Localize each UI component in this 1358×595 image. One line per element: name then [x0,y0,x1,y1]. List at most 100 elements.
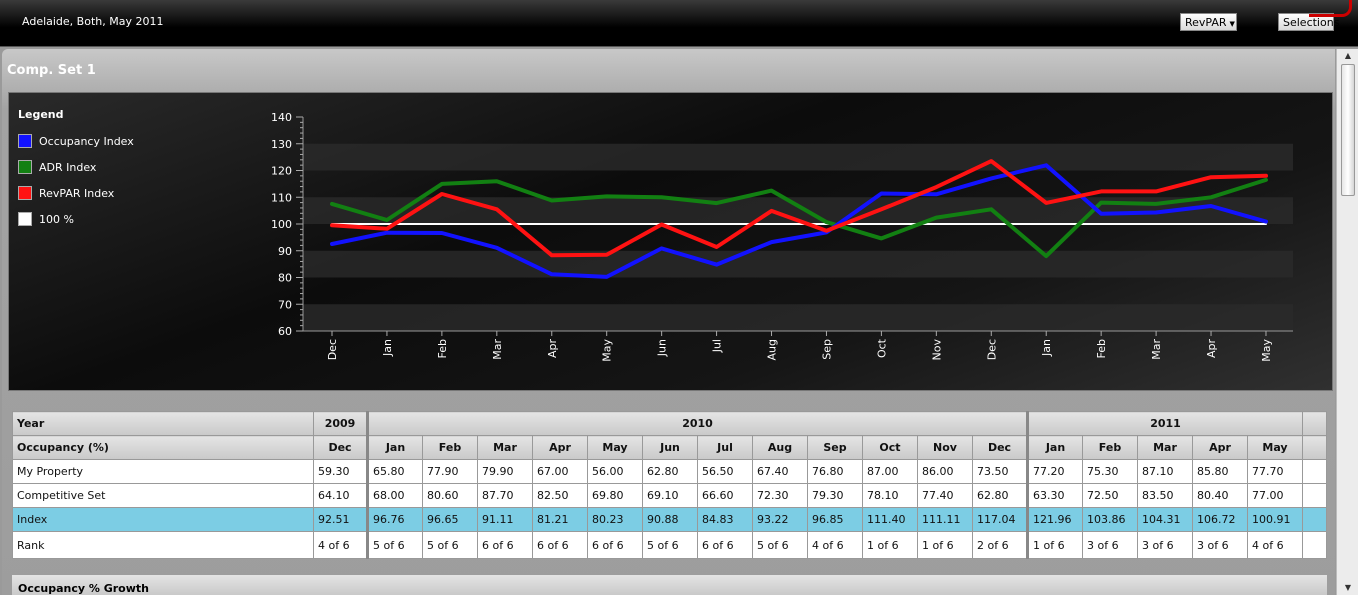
year-header-cell: 2011 [1026,411,1303,436]
table-cell: 92.51 [313,507,368,532]
table-cell: 4 of 6 [313,531,368,559]
table-row: Index 92.51 96.76 96.65 91.11 81.21 80.23 90.88… [12,507,1327,532]
year-header-row: Year 2009 2010 2011 [12,411,1327,436]
table-cell: 67.00 [532,459,588,484]
table-cell: 100.91 [1247,507,1303,532]
month-header-cell: Dec [972,435,1028,460]
month-header-cell: Jun [642,435,698,460]
table-cell: 85.80 [1192,459,1248,484]
grid-band [303,143,1293,171]
table-cell: 1 of 6 [1026,531,1083,559]
table-cell: 67.40 [752,459,808,484]
table-cell: 80.23 [587,507,643,532]
month-header-cell: Apr [532,435,588,460]
x-tick-label: May [601,339,614,362]
x-tick-label: Apr [1205,339,1218,359]
table-cell: 3 of 6 [1082,531,1138,559]
legend-heading: Legend [18,108,64,121]
y-tick-label: 90 [278,245,292,258]
month-header-cell: Aug [752,435,808,460]
table-cell: 111.11 [917,507,973,532]
legend-label: ADR Index [39,160,97,174]
table-cell: 90.88 [642,507,698,532]
table-cell: 104.31 [1137,507,1193,532]
table-cell: 6 of 6 [477,531,533,559]
table-cell: 5 of 6 [752,531,808,559]
table-cell: 87.00 [862,459,918,484]
x-tick-label: Aug [766,339,779,360]
table-cell: 103.86 [1082,507,1138,532]
table-cell: 5 of 6 [366,531,423,559]
table-cell: 2 of 6 [972,531,1028,559]
row-label: Index [12,507,314,532]
legend-item-revpar: RevPAR Index [18,180,134,206]
table-cell: 65.80 [366,459,423,484]
table-cell: 62.80 [972,483,1028,508]
month-header-cell: Nov [917,435,973,460]
table-cell: 72.50 [1082,483,1138,508]
table-cell: 69.10 [642,483,698,508]
table-cell: 77.20 [1026,459,1083,484]
table-cell: 3 of 6 [1192,531,1248,559]
x-tick-label: Dec [326,339,339,360]
month-header-cell: Jan [366,435,423,460]
table-cell: 111.40 [862,507,918,532]
table-cell: 91.11 [477,507,533,532]
table-cell: 1 of 6 [862,531,918,559]
table-cell: 76.80 [807,459,863,484]
legend-item-100: 100 % [18,206,134,232]
table-cell: 69.80 [587,483,643,508]
section-label: Occupancy % Growth [18,582,149,595]
legend-item-adr: ADR Index [18,154,134,180]
table-cell: 4 of 6 [1247,531,1303,559]
legend-swatch [18,186,32,200]
empty-header-cell [1302,411,1327,436]
table-cell: 62.80 [642,459,698,484]
grid-band [303,304,1293,331]
month-header-cell: Jan [1026,435,1083,460]
table-cell: 64.10 [313,483,368,508]
legend-item-occupancy: Occupancy Index [18,128,134,154]
table-cell: 5 of 6 [422,531,478,559]
row-label: Competitive Set [12,483,314,508]
table-cell: 96.85 [807,507,863,532]
legend-label: 100 % [39,212,74,226]
section-header-growth: Occupancy % Growth [12,575,1327,595]
table-cell: 1 of 6 [917,531,973,559]
x-tick-label: Jan [1040,339,1053,357]
x-tick-label: Sep [820,339,833,360]
table-cell: 75.30 [1082,459,1138,484]
y-tick-label: 140 [271,111,292,124]
table-cell: 82.50 [532,483,588,508]
x-tick-label: Mar [1150,339,1163,360]
x-tick-label: Jul [711,339,724,353]
row-label: Rank [12,531,314,559]
table-row: Rank 4 of 65 of 65 of 66 of 66 of 66 of 6… [12,531,1327,559]
x-tick-label: Feb [436,339,449,358]
x-tick-label: Jun [656,339,669,357]
x-tick-label: Mar [491,339,504,360]
legend-swatch [18,134,32,148]
metric-label: Occupancy (%) [12,435,314,460]
table-cell: 56.00 [587,459,643,484]
month-header-cell: Feb [422,435,478,460]
legend-swatch [18,160,32,174]
table-cell: 72.30 [752,483,808,508]
x-tick-label: Nov [930,339,943,361]
month-header-cell: Dec [313,435,368,460]
table-cell: 66.60 [697,483,753,508]
row-label: My Property [12,459,314,484]
table-cell: 59.30 [313,459,368,484]
y-tick-label: 130 [271,138,292,151]
table-cell: 6 of 6 [587,531,643,559]
y-tick-label: 60 [278,325,292,338]
empty-cell [1302,459,1327,484]
y-tick-label: 70 [278,298,292,311]
table-cell: 77.90 [422,459,478,484]
table-cell: 6 of 6 [697,531,753,559]
x-tick-label: Dec [985,339,998,360]
table-cell: 96.76 [366,507,423,532]
table-cell: 87.70 [477,483,533,508]
table-cell: 73.50 [972,459,1028,484]
table-cell: 86.00 [917,459,973,484]
